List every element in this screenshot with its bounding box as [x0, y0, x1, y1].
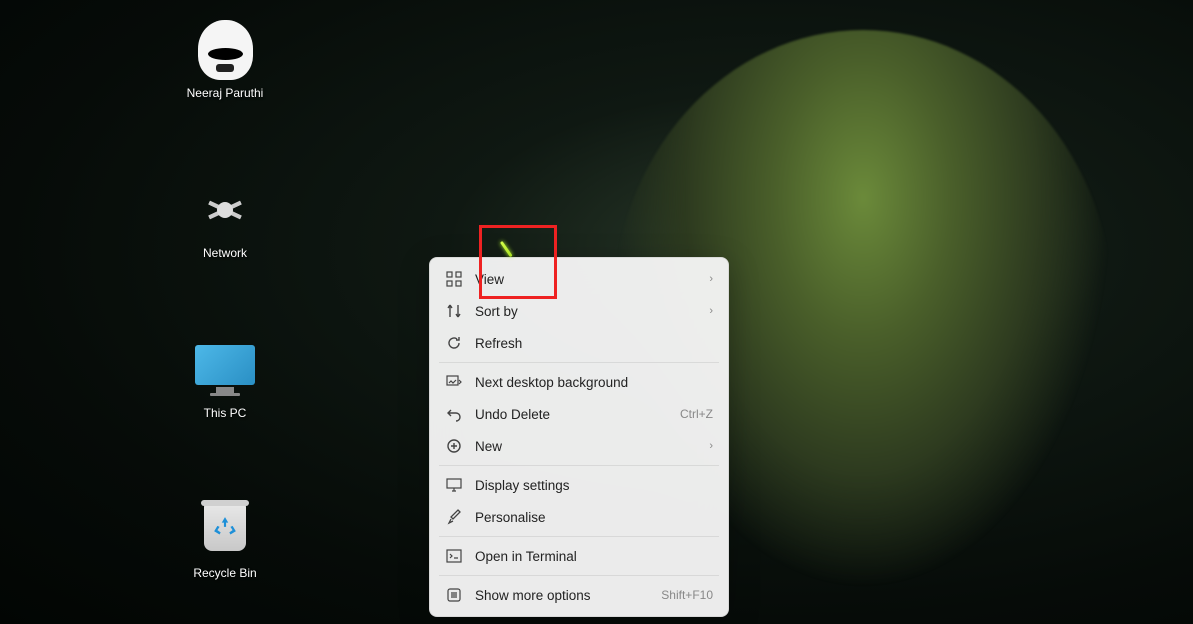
menu-label: New: [475, 439, 709, 454]
display-icon: [445, 476, 463, 494]
plus-circle-icon: [445, 437, 463, 455]
undo-icon: [445, 405, 463, 423]
menu-label: Refresh: [475, 336, 713, 351]
menu-separator: [439, 362, 719, 363]
menu-label: Open in Terminal: [475, 549, 713, 564]
menu-item-personalise[interactable]: Personalise: [435, 501, 723, 533]
menu-shortcut: Ctrl+Z: [680, 407, 713, 421]
chevron-right-icon: ›: [709, 273, 713, 285]
desktop-icon-recycle-bin[interactable]: Recycle Bin: [165, 500, 285, 580]
desktop-icon-network[interactable]: Network: [165, 180, 285, 260]
brush-icon: [445, 508, 463, 526]
desktop-icon-label: Network: [203, 246, 247, 260]
grid-icon: [445, 270, 463, 288]
chevron-right-icon: ›: [709, 305, 713, 317]
desktop-icon-label: Neeraj Paruthi: [187, 86, 264, 100]
terminal-icon: [445, 547, 463, 565]
desktop-icon-user-folder[interactable]: Neeraj Paruthi: [165, 20, 285, 100]
more-icon: [445, 586, 463, 604]
image-next-icon: [445, 373, 463, 391]
recycle-bin-icon: [190, 500, 260, 560]
menu-label: View: [475, 272, 709, 287]
chevron-right-icon: ›: [709, 440, 713, 452]
menu-separator: [439, 465, 719, 466]
menu-item-show-more-options[interactable]: Show more options Shift+F10: [435, 579, 723, 611]
menu-separator: [439, 536, 719, 537]
desktop-icon-label: Recycle Bin: [193, 566, 256, 580]
menu-item-display-settings[interactable]: Display settings: [435, 469, 723, 501]
sort-icon: [445, 302, 463, 320]
menu-label: Undo Delete: [475, 407, 680, 422]
menu-separator: [439, 575, 719, 576]
refresh-icon: [445, 334, 463, 352]
desktop-icon-label: This PC: [204, 406, 247, 420]
desktop-icon-grid: Neeraj Paruthi Network This PC: [165, 20, 285, 580]
menu-item-sort-by[interactable]: Sort by ›: [435, 295, 723, 327]
menu-label: Sort by: [475, 304, 709, 319]
menu-item-next-background[interactable]: Next desktop background: [435, 366, 723, 398]
menu-label: Personalise: [475, 510, 713, 525]
menu-label: Show more options: [475, 588, 661, 603]
menu-shortcut: Shift+F10: [661, 588, 713, 602]
network-icon: [190, 180, 260, 240]
stormtrooper-icon: [190, 20, 260, 80]
desktop-icon-this-pc[interactable]: This PC: [165, 340, 285, 420]
monitor-icon: [190, 340, 260, 400]
menu-label: Next desktop background: [475, 375, 713, 390]
menu-item-refresh[interactable]: Refresh: [435, 327, 723, 359]
desktop-context-menu: View › Sort by › Refresh Next desktop ba…: [429, 257, 729, 617]
menu-item-open-terminal[interactable]: Open in Terminal: [435, 540, 723, 572]
menu-item-new[interactable]: New ›: [435, 430, 723, 462]
menu-item-view[interactable]: View ›: [435, 263, 723, 295]
menu-label: Display settings: [475, 478, 713, 493]
menu-item-undo-delete[interactable]: Undo Delete Ctrl+Z: [435, 398, 723, 430]
